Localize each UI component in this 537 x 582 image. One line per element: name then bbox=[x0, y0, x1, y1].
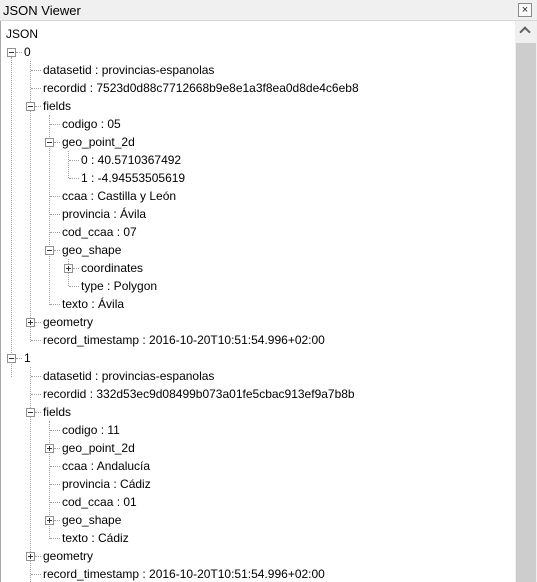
tree-node-geometry[interactable]: geometry bbox=[43, 547, 93, 565]
tree-node-record-1[interactable]: 1 bbox=[24, 349, 31, 367]
coordinates-expand-toggle[interactable] bbox=[64, 264, 73, 273]
tree-node-recordid[interactable]: recordid : 332d53ec9d08499b073a01fe5cbac… bbox=[43, 385, 355, 403]
tree-node-type[interactable]: type : Polygon bbox=[81, 277, 157, 295]
tree-node-codigo[interactable]: codigo : 11 bbox=[62, 421, 120, 439]
tree-node-cod-ccaa[interactable]: cod_ccaa : 07 bbox=[62, 223, 137, 241]
tree-guide bbox=[11, 57, 12, 377]
geo-point-expand-toggle[interactable] bbox=[45, 444, 54, 453]
scroll-up-button[interactable] bbox=[515, 21, 537, 43]
tree-node-geo-point-2d[interactable]: geo_point_2d bbox=[62, 133, 135, 151]
geometry-expand-toggle[interactable] bbox=[26, 318, 35, 327]
tree-node-fields[interactable]: fields bbox=[43, 97, 71, 115]
chevron-up-icon bbox=[519, 26, 531, 38]
tree-node-ccaa[interactable]: ccaa : Andalucía bbox=[62, 457, 150, 475]
geometry-expand-toggle[interactable] bbox=[26, 552, 35, 561]
tree-node-geo-shape[interactable]: geo_shape bbox=[62, 511, 121, 529]
record-1-collapse-toggle[interactable] bbox=[7, 354, 16, 363]
close-button[interactable]: × bbox=[518, 3, 532, 17]
tree-node-cod-ccaa[interactable]: cod_ccaa : 01 bbox=[62, 493, 137, 511]
tree-node-provincia[interactable]: provincia : Cádiz bbox=[62, 475, 151, 493]
scroll-thumb[interactable] bbox=[516, 43, 536, 582]
json-tree[interactable]: JSON 0 datasetid : provincias-espanolas … bbox=[0, 21, 515, 582]
record-0-collapse-toggle[interactable] bbox=[7, 48, 16, 57]
tree-node-texto[interactable]: texto : Ávila bbox=[62, 295, 124, 313]
tree-root-label: JSON bbox=[6, 27, 39, 41]
tree-node-geo-point-0[interactable]: 0 : 40.5710367492 bbox=[81, 151, 181, 169]
tree-node-record-timestamp[interactable]: record_timestamp : 2016-10-20T10:51:54.9… bbox=[43, 565, 325, 582]
tree-node-codigo[interactable]: codigo : 05 bbox=[62, 115, 121, 133]
tree-node-geometry[interactable]: geometry bbox=[43, 313, 93, 331]
fields-collapse-toggle[interactable] bbox=[26, 408, 35, 417]
tree-node-texto[interactable]: texto : Cádiz bbox=[62, 529, 129, 547]
tree-node-geo-point-1[interactable]: 1 : -4.94553505619 bbox=[81, 169, 185, 187]
geo-shape-collapse-toggle[interactable] bbox=[45, 246, 54, 255]
title-bar: JSON Viewer × bbox=[0, 0, 537, 21]
tree-node-provincia[interactable]: provincia : Ávila bbox=[62, 205, 146, 223]
tree-node-record-timestamp[interactable]: record_timestamp : 2016-10-20T10:51:54.9… bbox=[43, 331, 325, 349]
tree-node-geo-shape[interactable]: geo_shape bbox=[62, 241, 121, 259]
tree-node-fields[interactable]: fields bbox=[43, 403, 71, 421]
geo-shape-expand-toggle[interactable] bbox=[45, 516, 54, 525]
tree-node-geo-point-2d[interactable]: geo_point_2d bbox=[62, 439, 135, 457]
close-icon: × bbox=[521, 4, 529, 16]
tree-node-datasetid[interactable]: datasetid : provincias-espanolas bbox=[43, 367, 214, 385]
tree-node-ccaa[interactable]: ccaa : Castilla y León bbox=[62, 187, 176, 205]
geo-point-collapse-toggle[interactable] bbox=[45, 138, 54, 147]
tree-node-recordid[interactable]: recordid : 7523d0d88c7712668b9e8e1a3f8ea… bbox=[43, 79, 359, 97]
tree-node-datasetid[interactable]: datasetid : provincias-espanolas bbox=[43, 61, 214, 79]
tree-node-record-0[interactable]: 0 bbox=[24, 43, 31, 61]
tree-node-coordinates[interactable]: coordinates bbox=[81, 259, 143, 277]
vertical-scrollbar[interactable] bbox=[515, 21, 537, 582]
fields-collapse-toggle[interactable] bbox=[26, 102, 35, 111]
window-title: JSON Viewer bbox=[3, 3, 81, 18]
